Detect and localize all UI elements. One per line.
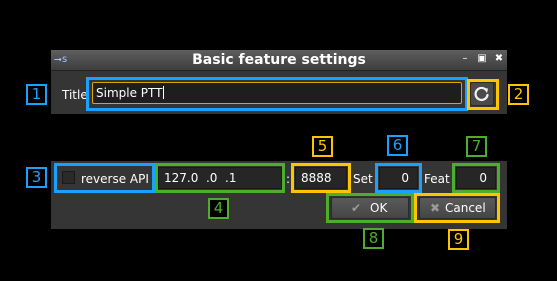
annotation-label-7: 7 — [466, 136, 487, 157]
window-titlebar[interactable]: ⭢s Basic feature settings – ▣ ✖ — [51, 50, 507, 71]
annotation-box-9 — [414, 193, 500, 223]
minimize-icon[interactable]: – — [458, 52, 472, 66]
annotation-box-5 — [291, 163, 351, 193]
annotation-box-2 — [467, 79, 499, 110]
close-icon[interactable]: ✖ — [492, 52, 506, 66]
annotation-box-8 — [326, 193, 414, 223]
annotation-label-6: 6 — [387, 135, 408, 156]
title-label: Title — [62, 88, 88, 102]
address-port-separator: : — [286, 172, 291, 186]
annotation-label-8: 8 — [363, 228, 384, 249]
annotation-label-3: 3 — [26, 167, 47, 188]
annotation-box-3 — [54, 163, 155, 193]
feature-label: Feat — [424, 172, 450, 186]
device-set-label: Set — [353, 172, 373, 186]
annotation-box-1 — [86, 77, 468, 111]
annotation-box-4 — [155, 163, 285, 193]
annotation-label-4: 4 — [208, 198, 229, 219]
annotation-box-7 — [452, 163, 500, 193]
window-title: Basic feature settings — [192, 52, 366, 68]
maximize-icon[interactable]: ▣ — [475, 52, 489, 66]
annotation-box-6 — [375, 163, 422, 193]
annotation-label-5: 5 — [312, 136, 333, 157]
annotation-label-1: 1 — [26, 84, 47, 105]
annotation-label-9: 9 — [448, 229, 469, 250]
annotation-label-2: 2 — [508, 84, 529, 105]
